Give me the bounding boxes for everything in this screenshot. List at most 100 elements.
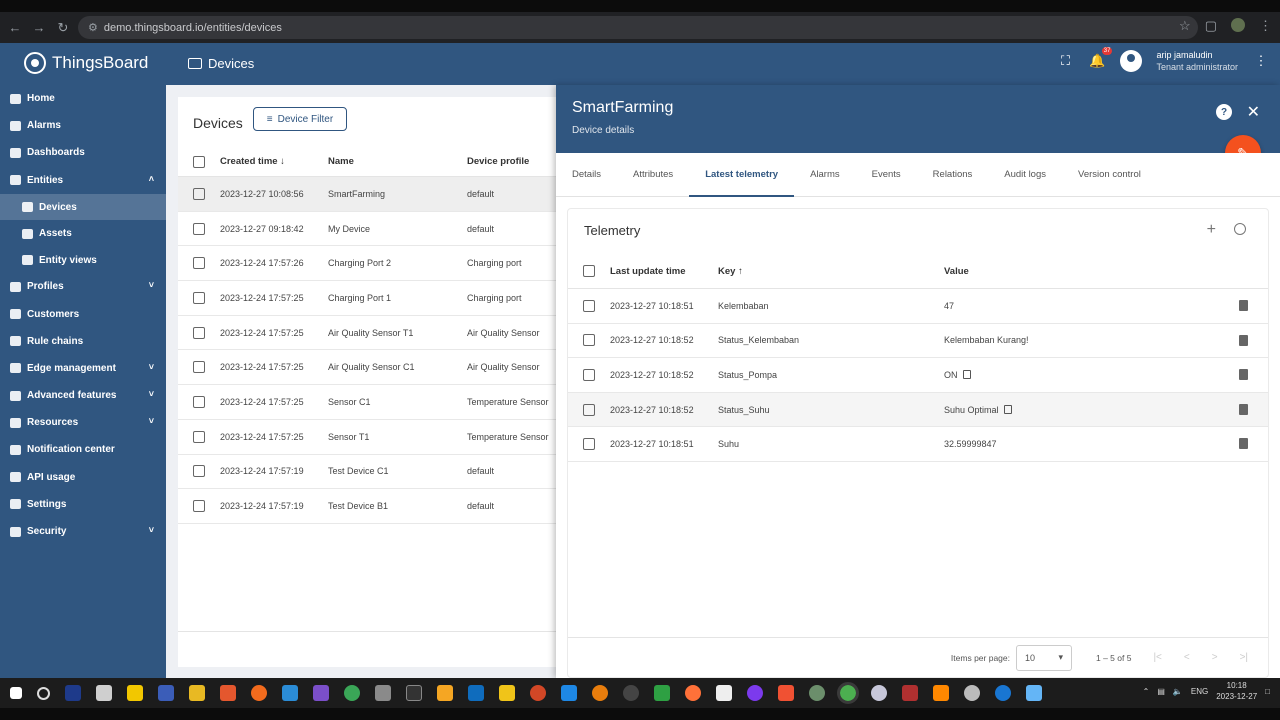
vlc-icon[interactable] bbox=[933, 685, 949, 701]
delete-icon[interactable] bbox=[1239, 403, 1248, 415]
device-row[interactable]: 2023-12-24 17:57:19 Test Device B1 default bbox=[178, 489, 558, 524]
sidebar-item-settings[interactable]: Settings bbox=[0, 491, 166, 518]
delete-icon[interactable] bbox=[1239, 369, 1248, 381]
vscode-icon[interactable] bbox=[561, 685, 577, 701]
device-row[interactable]: 2023-12-24 17:57:25 Sensor T1 Temperature … bbox=[178, 420, 558, 455]
sidebar-item-api-usage[interactable]: API usage bbox=[0, 464, 166, 491]
reload-icon[interactable]: ↻ bbox=[54, 19, 72, 37]
app-icon-28[interactable] bbox=[871, 685, 887, 701]
last-page-icon[interactable]: >| bbox=[1240, 652, 1248, 663]
sidebar-item-assets[interactable]: Assets bbox=[0, 220, 166, 247]
user-avatar[interactable] bbox=[1120, 50, 1143, 72]
col-value[interactable]: Value bbox=[944, 266, 1194, 277]
device-filter-button[interactable]: ≡ Device Filter bbox=[253, 107, 347, 131]
next-page-icon[interactable]: > bbox=[1212, 652, 1218, 663]
app-icon-6[interactable] bbox=[220, 685, 236, 701]
photoshop-icon[interactable] bbox=[65, 685, 81, 701]
side-panel-icon[interactable]: ▢ bbox=[1205, 18, 1217, 34]
row-checkbox[interactable] bbox=[193, 430, 205, 443]
copy-icon[interactable] bbox=[1003, 405, 1012, 415]
telemetry-row[interactable]: 2023-12-27 10:18:52 Status_Kelembaban Kele… bbox=[568, 324, 1268, 359]
sidebar-item-edge-management[interactable]: Edge management ˅ bbox=[0, 355, 166, 382]
tab-version-control[interactable]: Version control bbox=[1078, 153, 1141, 197]
app-icon-31[interactable] bbox=[964, 685, 980, 701]
col-created-time[interactable]: Created time ↓ bbox=[220, 156, 328, 167]
app-icon-32[interactable] bbox=[995, 685, 1011, 701]
chevron-down-icon[interactable]: ˅ bbox=[149, 389, 154, 399]
network-icon[interactable]: ▤ bbox=[1157, 687, 1165, 696]
first-page-icon[interactable]: |< bbox=[1153, 652, 1161, 663]
home-app-icon[interactable] bbox=[437, 685, 453, 701]
address-bar[interactable]: ⚙ demo.thingsboard.io/entities/devices bbox=[78, 16, 1198, 39]
browser-menu-icon[interactable]: ⋮ bbox=[1259, 18, 1272, 34]
row-checkbox[interactable] bbox=[193, 465, 205, 478]
profile-icon[interactable] bbox=[1231, 18, 1245, 32]
device-row[interactable]: 2023-12-27 09:18:42 My Device default bbox=[178, 212, 558, 247]
telemetry-row[interactable]: 2023-12-27 10:18:51 Kelembaban 47 bbox=[568, 289, 1268, 324]
row-checkbox[interactable] bbox=[193, 222, 205, 235]
device-row[interactable]: 2023-12-24 17:57:26 Charging Port 2 Chargi… bbox=[178, 246, 558, 282]
sidebar-item-dashboards[interactable]: Dashboards bbox=[0, 139, 166, 166]
sidebar-item-customers[interactable]: Customers bbox=[0, 300, 166, 327]
blender-icon[interactable] bbox=[592, 685, 608, 701]
site-info-icon[interactable]: ⚙ bbox=[88, 21, 98, 34]
row-checkbox[interactable] bbox=[193, 500, 205, 513]
row-checkbox[interactable] bbox=[583, 403, 595, 416]
row-checkbox[interactable] bbox=[193, 291, 205, 304]
brand-logo[interactable]: ThingsBoard bbox=[24, 52, 148, 74]
row-checkbox[interactable] bbox=[193, 187, 205, 200]
tab-attributes[interactable]: Attributes bbox=[633, 153, 673, 197]
powerpoint-icon[interactable] bbox=[530, 685, 546, 701]
tray-chevron-icon[interactable]: ⌃ bbox=[1143, 687, 1150, 696]
device-row[interactable]: 2023-12-24 17:57:25 Charging Port 1 Chargi… bbox=[178, 281, 558, 316]
search-icon[interactable] bbox=[1234, 223, 1246, 235]
row-checkbox[interactable] bbox=[193, 257, 205, 270]
tab-details[interactable]: Details bbox=[572, 153, 601, 197]
github-desktop-icon[interactable] bbox=[747, 685, 763, 701]
add-telemetry-icon[interactable]: + bbox=[1207, 221, 1216, 239]
col-device-profile[interactable]: Device profile bbox=[467, 156, 567, 167]
bookmark-star-icon[interactable]: ☆ bbox=[1179, 18, 1191, 34]
close-icon[interactable]: ✕ bbox=[1247, 102, 1260, 122]
delete-icon[interactable] bbox=[1239, 334, 1248, 346]
app-icon-5[interactable] bbox=[189, 685, 205, 701]
row-checkbox[interactable] bbox=[583, 438, 595, 451]
sidebar-item-rule-chains[interactable]: Rule chains bbox=[0, 328, 166, 355]
tab-alarms[interactable]: Alarms bbox=[810, 153, 840, 197]
chevron-down-icon[interactable]: ˅ bbox=[149, 416, 154, 426]
app-icon-29[interactable] bbox=[902, 685, 918, 701]
app-icon-26[interactable] bbox=[809, 685, 825, 701]
select-all-telemetry-checkbox[interactable] bbox=[583, 265, 595, 277]
row-checkbox[interactable] bbox=[193, 395, 205, 408]
chevron-down-icon[interactable]: ˅ bbox=[149, 362, 154, 372]
delete-icon[interactable] bbox=[1239, 438, 1248, 450]
tab-audit-logs[interactable]: Audit logs bbox=[1004, 153, 1046, 197]
fullscreen-icon[interactable]: ⛶ bbox=[1056, 52, 1074, 70]
tab-relations[interactable]: Relations bbox=[933, 153, 973, 197]
row-checkbox[interactable] bbox=[583, 368, 595, 381]
chrome-icon[interactable] bbox=[837, 682, 859, 704]
col-last-update-time[interactable]: Last update time bbox=[610, 266, 718, 277]
sidebar-item-home[interactable]: Home bbox=[0, 85, 166, 112]
row-checkbox[interactable] bbox=[193, 361, 205, 374]
col-name[interactable]: Name bbox=[328, 156, 467, 167]
chevron-up-icon[interactable]: ˄ bbox=[149, 174, 154, 184]
chevron-down-icon[interactable]: ˅ bbox=[149, 525, 154, 535]
database-icon[interactable] bbox=[375, 685, 391, 701]
app-icon-19[interactable] bbox=[623, 685, 639, 701]
app-icon-2[interactable] bbox=[96, 685, 112, 701]
user-info[interactable]: arip jamaludin Tenant administrator bbox=[1156, 49, 1238, 73]
prev-page-icon[interactable]: < bbox=[1184, 652, 1190, 663]
device-row[interactable]: 2023-12-24 17:57:25 Air Quality Sensor C1… bbox=[178, 350, 558, 386]
visual-studio-icon[interactable] bbox=[313, 685, 329, 701]
volume-icon[interactable]: 🔈 bbox=[1173, 687, 1183, 696]
back-icon[interactable]: ← bbox=[6, 19, 24, 37]
copy-icon[interactable] bbox=[962, 370, 971, 380]
windows-start-icon[interactable] bbox=[10, 687, 22, 699]
app-icon-4[interactable] bbox=[158, 685, 174, 701]
device-row[interactable]: 2023-12-24 17:57:25 Air Quality Sensor T1… bbox=[178, 316, 558, 351]
device-row[interactable]: 2023-12-24 17:57:25 Sensor C1 Temperature … bbox=[178, 385, 558, 420]
firefox-icon[interactable] bbox=[685, 685, 701, 701]
items-per-page-select[interactable]: 10 ▾ bbox=[1015, 644, 1072, 671]
sidebar-item-advanced-features[interactable]: Advanced features ˅ bbox=[0, 382, 166, 409]
